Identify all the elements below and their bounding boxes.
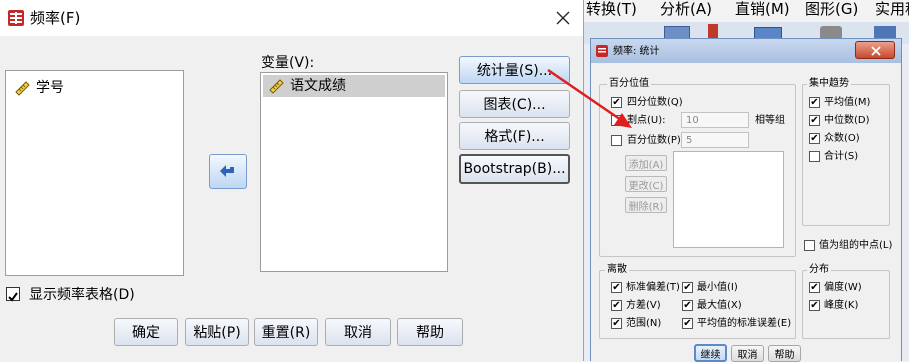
- annotation-arrow: [547, 68, 632, 128]
